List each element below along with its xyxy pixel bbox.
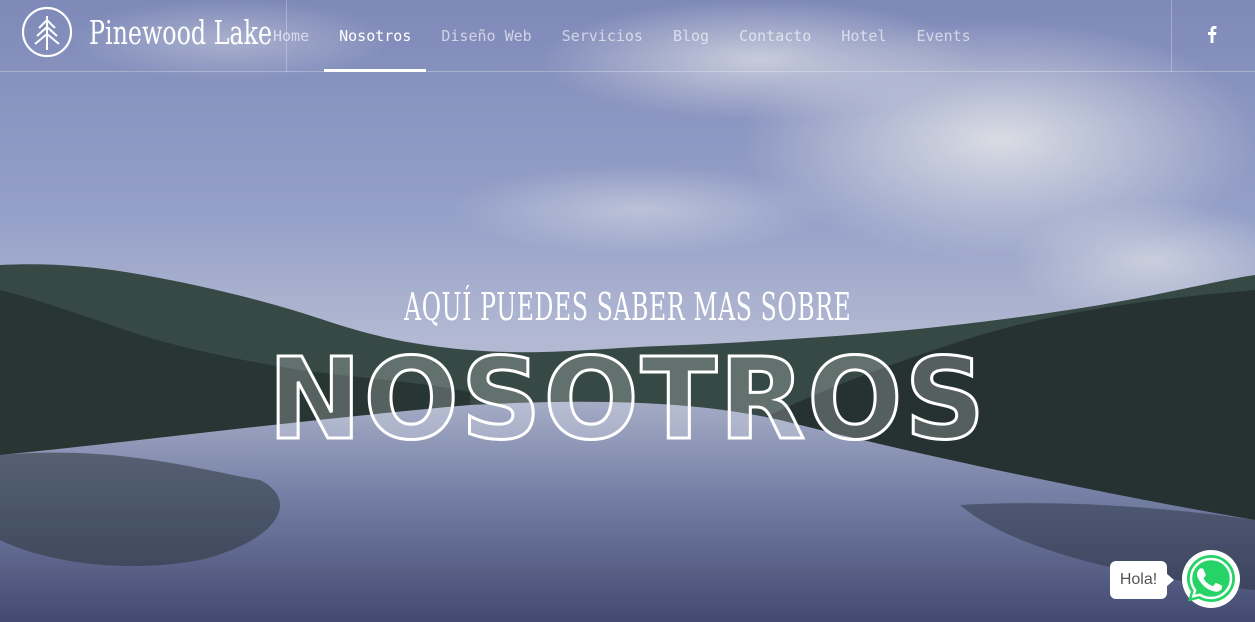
whatsapp-icon xyxy=(1182,550,1240,608)
nav-item-events[interactable]: Events xyxy=(902,0,986,72)
nav-item-diseno-web[interactable]: Diseño Web xyxy=(426,0,546,72)
nav-item-hotel[interactable]: Hotel xyxy=(826,0,901,72)
header-divider xyxy=(1171,0,1172,72)
hero-subtitle-text: Aquí puedes saber mas sobre xyxy=(403,285,852,329)
whatsapp-button[interactable] xyxy=(1181,549,1241,609)
main-navigation: Home Nosotros Diseño Web Servicios Blog … xyxy=(258,0,986,72)
nav-item-blog[interactable]: Blog xyxy=(658,0,724,72)
nav-item-servicios[interactable]: Servicios xyxy=(547,0,658,72)
pine-tree-logo-icon xyxy=(21,6,73,58)
hero-title: Nosotros xyxy=(266,335,988,465)
facebook-icon[interactable] xyxy=(1202,22,1222,46)
nav-item-home[interactable]: Home xyxy=(258,0,324,72)
site-header: Pinewood Lake Home Nosotros Diseño Web S… xyxy=(0,0,1255,72)
nav-item-nosotros[interactable]: Nosotros xyxy=(324,0,427,72)
chat-greeting-bubble[interactable]: Hola! xyxy=(1110,561,1174,599)
hero-subtitle: Aquí puedes saber mas sobre xyxy=(0,285,1255,329)
brand-name: Pinewood Lake xyxy=(89,12,273,52)
nav-item-contacto[interactable]: Contacto xyxy=(724,0,826,72)
